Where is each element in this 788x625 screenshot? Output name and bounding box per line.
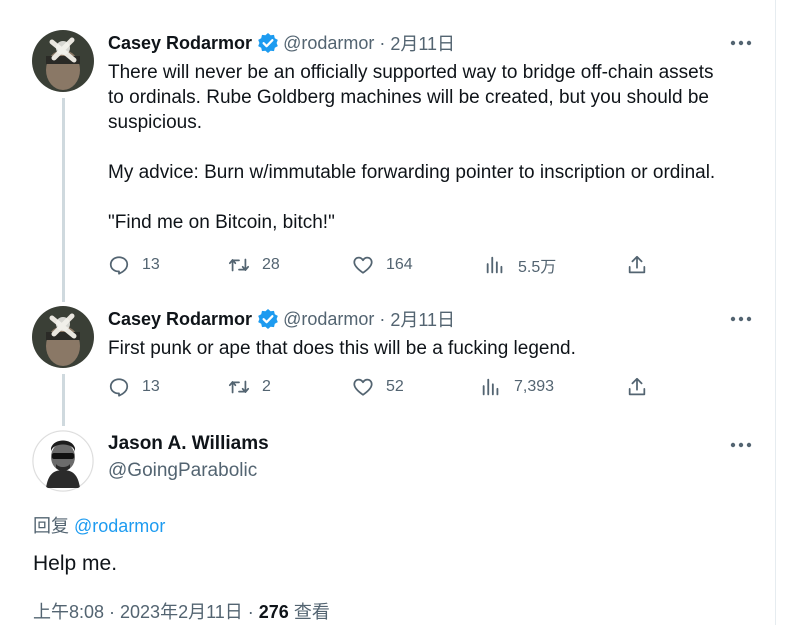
verified-icon xyxy=(257,308,279,330)
views-icon xyxy=(486,256,503,274)
reply-icon xyxy=(109,378,129,397)
thread-line xyxy=(62,374,65,426)
reply-context: 回复 @rodarmor xyxy=(33,512,165,538)
like-button[interactable]: 52 xyxy=(352,374,404,400)
author-name[interactable]: Casey Rodarmor xyxy=(108,33,252,54)
views-button[interactable]: 5.5万 xyxy=(484,252,556,278)
retweet-icon xyxy=(228,258,250,272)
like-count: 52 xyxy=(386,378,404,395)
views-button[interactable]: 7,393 xyxy=(480,374,554,400)
reply-mention-link[interactable]: @rodarmor xyxy=(74,516,165,536)
retweet-icon xyxy=(228,380,250,394)
retweet-count: 28 xyxy=(262,256,280,273)
tweet-text: There will never be an officially suppor… xyxy=(108,62,716,233)
tweet-timestamp: 上午8:08 · 2023年2月11日 · 276 查看 xyxy=(33,598,330,624)
tweet-text: Help me. xyxy=(33,552,118,575)
more-icon[interactable] xyxy=(730,314,752,324)
like-icon xyxy=(353,378,373,396)
reply-icon xyxy=(109,256,129,275)
reply-count: 13 xyxy=(142,256,160,273)
retweet-count: 2 xyxy=(262,378,271,395)
divider xyxy=(775,0,776,625)
share-button[interactable] xyxy=(626,374,660,400)
author-name[interactable]: Casey Rodarmor xyxy=(108,309,252,330)
tweet-date[interactable]: 2月11日 xyxy=(390,306,455,332)
views-count: 5.5万 xyxy=(518,259,557,276)
author-handle[interactable]: @rodarmor xyxy=(283,309,374,330)
tweet-thread: Casey Rodarmor @rodarmor · 2月11日 There w… xyxy=(0,0,788,625)
reply-button[interactable]: 13 xyxy=(108,252,160,278)
separator: · xyxy=(374,308,391,329)
verified-icon xyxy=(257,32,279,54)
like-button[interactable]: 164 xyxy=(352,252,413,278)
reply-button[interactable]: 13 xyxy=(108,374,160,400)
timestamp-link[interactable]: 上午8:08 · 2023年2月11日 · xyxy=(33,602,259,622)
retweet-button[interactable]: 28 xyxy=(228,252,280,278)
views-icon xyxy=(482,378,499,396)
author-handle[interactable]: @rodarmor xyxy=(283,33,374,54)
author-handle[interactable]: @GoingParabolic xyxy=(108,460,257,482)
tweet-actions: 13 2 52 7,393 xyxy=(108,374,668,400)
share-button[interactable] xyxy=(626,252,660,278)
views-count: 7,393 xyxy=(514,378,555,395)
avatar[interactable] xyxy=(32,430,94,492)
tweet-actions: 13 28 164 5.5万 xyxy=(108,252,668,278)
like-count: 164 xyxy=(386,256,413,273)
like-icon xyxy=(353,256,373,274)
thread-line xyxy=(62,98,65,302)
tweet-text: First punk or ape that does this will be… xyxy=(108,338,576,359)
share-icon xyxy=(628,255,646,274)
reply-prefix: 回复 xyxy=(33,516,75,536)
separator: · xyxy=(374,32,391,53)
avatar[interactable] xyxy=(32,30,94,92)
share-icon xyxy=(628,377,646,396)
reply-count: 13 xyxy=(142,378,160,395)
author-name[interactable]: Jason A. Williams xyxy=(108,433,269,455)
views-label: 查看 xyxy=(288,602,330,622)
avatar[interactable] xyxy=(32,306,94,368)
tweet-header: Casey Rodarmor @rodarmor · 2月11日 xyxy=(108,31,455,55)
more-icon[interactable] xyxy=(730,440,752,450)
more-icon[interactable] xyxy=(730,38,752,48)
tweet-header: Casey Rodarmor @rodarmor · 2月11日 xyxy=(108,307,455,331)
tweet-date[interactable]: 2月11日 xyxy=(390,30,455,56)
views-count: 276 xyxy=(258,602,289,622)
retweet-button[interactable]: 2 xyxy=(228,374,271,400)
